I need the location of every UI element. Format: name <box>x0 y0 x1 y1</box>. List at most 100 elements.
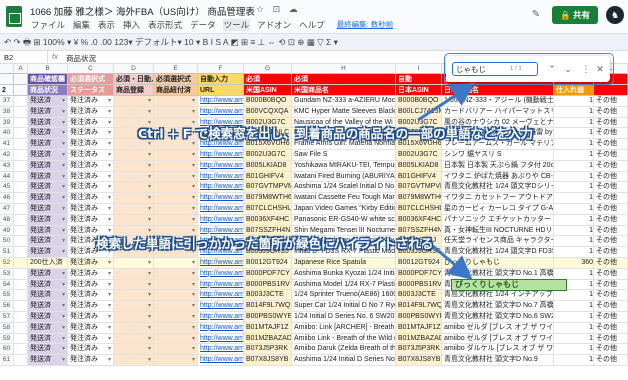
header-cell[interactable]: 必須選択式 <box>68 74 114 85</box>
formula-input[interactable]: 商品状況 <box>66 53 96 64</box>
cell[interactable]: その他 <box>594 96 628 107</box>
cell[interactable]: http://www.amaz <box>198 290 244 302</box>
cell[interactable]: 1 <box>554 344 594 356</box>
row-number[interactable]: 42 <box>0 149 14 161</box>
cell[interactable]: http://www.amaz <box>198 279 244 291</box>
cell[interactable]: 日本製 日本製 天ぷら鍋 フタ付 20cm <box>442 160 554 172</box>
cell[interactable]: 1/550 NZ-333・アジール (機動戦士ガン <box>442 96 554 107</box>
cell[interactable]: 発注済み <box>68 139 114 150</box>
row-number[interactable]: 49 <box>0 225 14 237</box>
find-match-highlight[interactable]: びっくりしゃもじ <box>451 279 567 291</box>
cell[interactable] <box>154 290 198 302</box>
cell[interactable]: 1 <box>554 117 594 129</box>
cell[interactable]: B07X8JS8YB <box>396 355 442 366</box>
header-cell[interactable] <box>14 74 28 85</box>
table-row[interactable]: 57発送済発注済みhttp://www.amazB00PBS0WYE1/24 I… <box>0 311 628 323</box>
column-header[interactable]: D <box>114 64 154 74</box>
row-number[interactable]: 60 <box>0 344 14 356</box>
cell[interactable]: 発送済 <box>28 268 68 280</box>
cell[interactable]: 1 <box>554 193 594 204</box>
cell[interactable] <box>154 193 198 204</box>
cell[interactable] <box>114 344 154 356</box>
cell[interactable]: Aoshima 1/24 Scalel Initial D No <box>292 182 396 194</box>
cell[interactable] <box>154 171 198 183</box>
cell[interactable] <box>14 139 28 150</box>
cell[interactable]: 発注済み <box>68 301 114 312</box>
cell[interactable]: 1 <box>554 322 594 334</box>
cell[interactable] <box>14 171 28 183</box>
cell[interactable] <box>154 301 198 312</box>
header-cell[interactable]: 自動入力 <box>198 74 244 85</box>
cell[interactable] <box>14 290 28 302</box>
row-number[interactable]: 59 <box>0 333 14 345</box>
cell[interactable] <box>114 355 154 366</box>
cell[interactable]: http://www.amaz <box>198 257 244 269</box>
cell[interactable]: 発送済 <box>28 355 68 366</box>
cell[interactable]: 発送済 <box>28 344 68 356</box>
cell[interactable]: 発注済み <box>68 290 114 302</box>
cell[interactable]: その他 <box>594 182 628 194</box>
cell[interactable]: 発送済 <box>28 160 68 172</box>
cell[interactable]: B0012GT924 <box>244 257 292 269</box>
cell[interactable]: B073J5P3RK <box>396 344 442 356</box>
cell[interactable]: その他 <box>594 106 628 118</box>
cell[interactable]: 発送済 <box>28 311 68 323</box>
cell[interactable] <box>14 203 28 215</box>
cell[interactable] <box>114 311 154 323</box>
cell[interactable]: 1 <box>554 225 594 237</box>
cell[interactable]: 発注済み <box>68 117 114 129</box>
cell[interactable]: B002U3G7C <box>244 149 292 161</box>
cell[interactable]: B01MZBAZAD <box>396 333 442 345</box>
cell[interactable]: Amiibo: Link [ARCHER] - Breath of the Wi… <box>292 322 396 334</box>
cell[interactable]: 青島文化教材社 1/24 インチアップシリーズ <box>442 290 554 302</box>
cell[interactable]: その他 <box>594 149 628 161</box>
cell[interactable] <box>14 355 28 366</box>
cell[interactable]: 発注済み <box>68 182 114 194</box>
cell[interactable]: B01MTAJF1Z <box>244 322 292 334</box>
cell[interactable] <box>14 182 28 194</box>
cell[interactable] <box>114 268 154 280</box>
cell[interactable]: http://www.amaz <box>198 355 244 366</box>
header-cell[interactable]: 米国商品名 <box>292 85 396 96</box>
cell[interactable]: 発注済み <box>68 106 114 118</box>
table-row[interactable]: 60発送済発注済みhttp://www.amazB073J5P3RKAmiibo… <box>0 344 628 356</box>
cell[interactable]: http://www.amaz <box>198 268 244 280</box>
menu-item[interactable]: ファイル <box>30 19 66 31</box>
cell[interactable]: 発注済み <box>68 203 114 215</box>
cell[interactable] <box>114 149 154 161</box>
cell[interactable] <box>114 171 154 183</box>
row-number[interactable]: 37 <box>0 96 14 107</box>
spreadsheet-grid[interactable]: ABCDEFGHIJKL 商品確認欄必須選択式必須・日動入必須選択式自動入力必須… <box>0 64 628 380</box>
header-cell[interactable]: 日本ASIN <box>396 85 442 96</box>
row-number[interactable]: 38 <box>0 106 14 118</box>
cell[interactable]: パナソニック エチケットカッター 白 <box>442 214 554 226</box>
cell[interactable]: Japan Video Games "Kirby Edition <box>292 203 396 215</box>
cell[interactable]: 発送済 <box>28 301 68 312</box>
cell[interactable]: 1/24 Sprinter Trueno(AE86) 1600GT <box>292 290 396 302</box>
cell[interactable]: http://www.amaz <box>198 182 244 194</box>
cell[interactable]: その他 <box>594 128 628 140</box>
cell[interactable]: 発送済 <box>28 203 68 215</box>
cell[interactable]: その他 <box>594 160 628 172</box>
cell[interactable]: 1 <box>554 247 594 258</box>
cell[interactable]: その他 <box>594 203 628 215</box>
cell[interactable]: 1 <box>554 268 594 280</box>
close-icon[interactable]: ✕ <box>594 62 606 76</box>
cell[interactable] <box>114 214 154 226</box>
cell[interactable]: B07X8JS8YB <box>244 355 292 366</box>
cell[interactable]: 1 <box>554 203 594 215</box>
cell[interactable] <box>114 301 154 312</box>
cell[interactable]: 発注済み <box>68 193 114 204</box>
header-cell[interactable] <box>0 74 14 85</box>
table-row[interactable]: 45発送済発注済みhttp://www.amazB07GVTMPVMAoshim… <box>0 182 628 194</box>
cell[interactable]: 発送済 <box>28 214 68 226</box>
cell[interactable]: B0012GT924 <box>396 257 442 269</box>
cell[interactable]: B005LKIAD8 <box>244 160 292 172</box>
cell[interactable] <box>14 160 28 172</box>
cell[interactable]: 発注済み <box>68 268 114 280</box>
name-box[interactable]: B2 <box>0 51 48 64</box>
cell[interactable]: その他 <box>594 355 628 366</box>
cell[interactable]: 発送済 <box>28 149 68 161</box>
cell[interactable]: amiibo ダルケル [ブレス オブ ザ ワイルド] <box>442 344 554 356</box>
cell[interactable]: 1 <box>554 106 594 118</box>
